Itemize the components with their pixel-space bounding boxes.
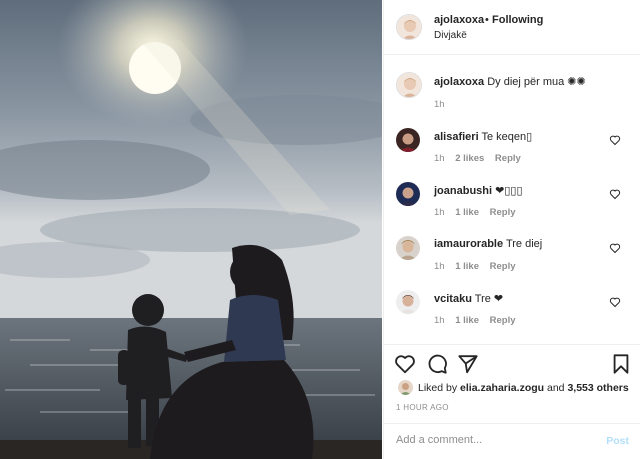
comment-heart-icon[interactable] — [609, 134, 621, 146]
reply-button[interactable]: Reply — [495, 153, 521, 164]
comment-meta: 1h 1 like Reply — [434, 261, 524, 272]
post-header: ajolaxoxa • Following Divjakë — [384, 0, 640, 55]
comment-time[interactable]: 1h — [434, 315, 445, 326]
location-link[interactable]: Divjakë — [434, 30, 467, 41]
comment-heart-icon[interactable] — [609, 188, 621, 200]
comment-text: Te keqen▯ — [481, 131, 533, 143]
comment-likes[interactable]: 2 likes — [455, 153, 484, 164]
commenter-avatar[interactable] — [396, 290, 420, 314]
heart-icon[interactable] — [394, 353, 416, 375]
post-side-panel: ajolaxoxa • Following Divjakë ajolaxoxa … — [383, 0, 640, 459]
bookmark-icon[interactable] — [610, 353, 632, 375]
comment-text: ❤▯▯▯ — [495, 185, 523, 197]
add-comment-bar: Post — [384, 423, 640, 459]
post-comment-button[interactable]: Post — [606, 435, 629, 447]
comment-line: joanabushi ❤▯▯▯ — [434, 184, 523, 197]
post-timestamp[interactable]: 1 HOUR AGO — [396, 403, 449, 412]
comment-meta: 1h 1 like Reply — [434, 207, 524, 218]
liked-by-user[interactable]: elia.zaharia.zogu — [460, 382, 544, 394]
comment-username[interactable]: joanabushi — [434, 185, 492, 197]
liked-by-others[interactable]: 3,553 others — [567, 382, 628, 394]
comment-likes[interactable]: 1 like — [455, 207, 479, 218]
comment-heart-icon[interactable] — [609, 242, 621, 254]
likes-summary: Liked by elia.zaharia.zogu and 3,553 oth… — [418, 382, 629, 394]
comment-text: Tre ❤ — [474, 293, 504, 305]
author-avatar[interactable] — [396, 14, 422, 40]
comment-time[interactable]: 1h — [434, 261, 445, 272]
commenter-avatar[interactable] — [396, 236, 420, 260]
comment-likes[interactable]: 1 like — [455, 261, 479, 272]
share-icon[interactable] — [457, 353, 479, 375]
comment-meta: 1h 2 likes Reply — [434, 153, 529, 164]
caption-username[interactable]: ajolaxoxa — [434, 76, 484, 88]
comment-line: alisafieri Te keqen▯ — [434, 130, 532, 143]
reply-button[interactable]: Reply — [490, 315, 516, 326]
comment-heart-icon[interactable] — [609, 296, 621, 308]
following-button[interactable]: Following — [492, 14, 543, 26]
caption-time[interactable]: 1h — [434, 99, 445, 110]
caption-text: Dy diej për mua ✺✺ — [487, 76, 586, 88]
commenter-avatar[interactable] — [396, 128, 420, 152]
comment-item: alisafieri Te keqen▯ 1h 2 likes Reply — [384, 128, 640, 182]
comment-line: vcitaku Tre ❤ — [434, 292, 503, 305]
liked-by-prefix: Liked by — [418, 382, 458, 394]
comment-likes[interactable]: 1 like — [455, 315, 479, 326]
liked-by-conjunction: and — [546, 382, 565, 394]
comment-item: iamaurorable Tre diej 1h 1 like Reply — [384, 236, 640, 290]
comment-username[interactable]: iamaurorable — [434, 238, 503, 250]
comment-time[interactable]: 1h — [434, 153, 445, 164]
photo-silhouette-scene — [0, 0, 382, 459]
author-username[interactable]: ajolaxoxa — [434, 14, 484, 26]
comment-username[interactable]: vcitaku — [434, 293, 472, 305]
reply-button[interactable]: Reply — [490, 207, 516, 218]
caption-author-avatar[interactable] — [396, 72, 422, 98]
comment-item: vcitaku Tre ❤ 1h 1 like Reply — [384, 290, 640, 344]
comment-line: iamaurorable Tre diej — [434, 238, 542, 250]
comment-time[interactable]: 1h — [434, 207, 445, 218]
comment-text: Tre diej — [505, 238, 543, 250]
header-separator: • — [485, 14, 489, 26]
reply-button[interactable]: Reply — [490, 261, 516, 272]
comment-item: joanabushi ❤▯▯▯ 1h 1 like Reply — [384, 182, 640, 236]
comment-meta: 1h 1 like Reply — [434, 315, 524, 326]
commenter-avatar[interactable] — [396, 182, 420, 206]
comment-input[interactable] — [396, 434, 596, 446]
comment-username[interactable]: alisafieri — [434, 131, 479, 143]
comment-icon[interactable] — [426, 353, 448, 375]
post-photo[interactable] — [0, 0, 382, 459]
caption-line: ajolaxoxa Dy diej për mua ✺✺ — [434, 75, 586, 88]
liked-by-avatar[interactable] — [398, 380, 413, 395]
